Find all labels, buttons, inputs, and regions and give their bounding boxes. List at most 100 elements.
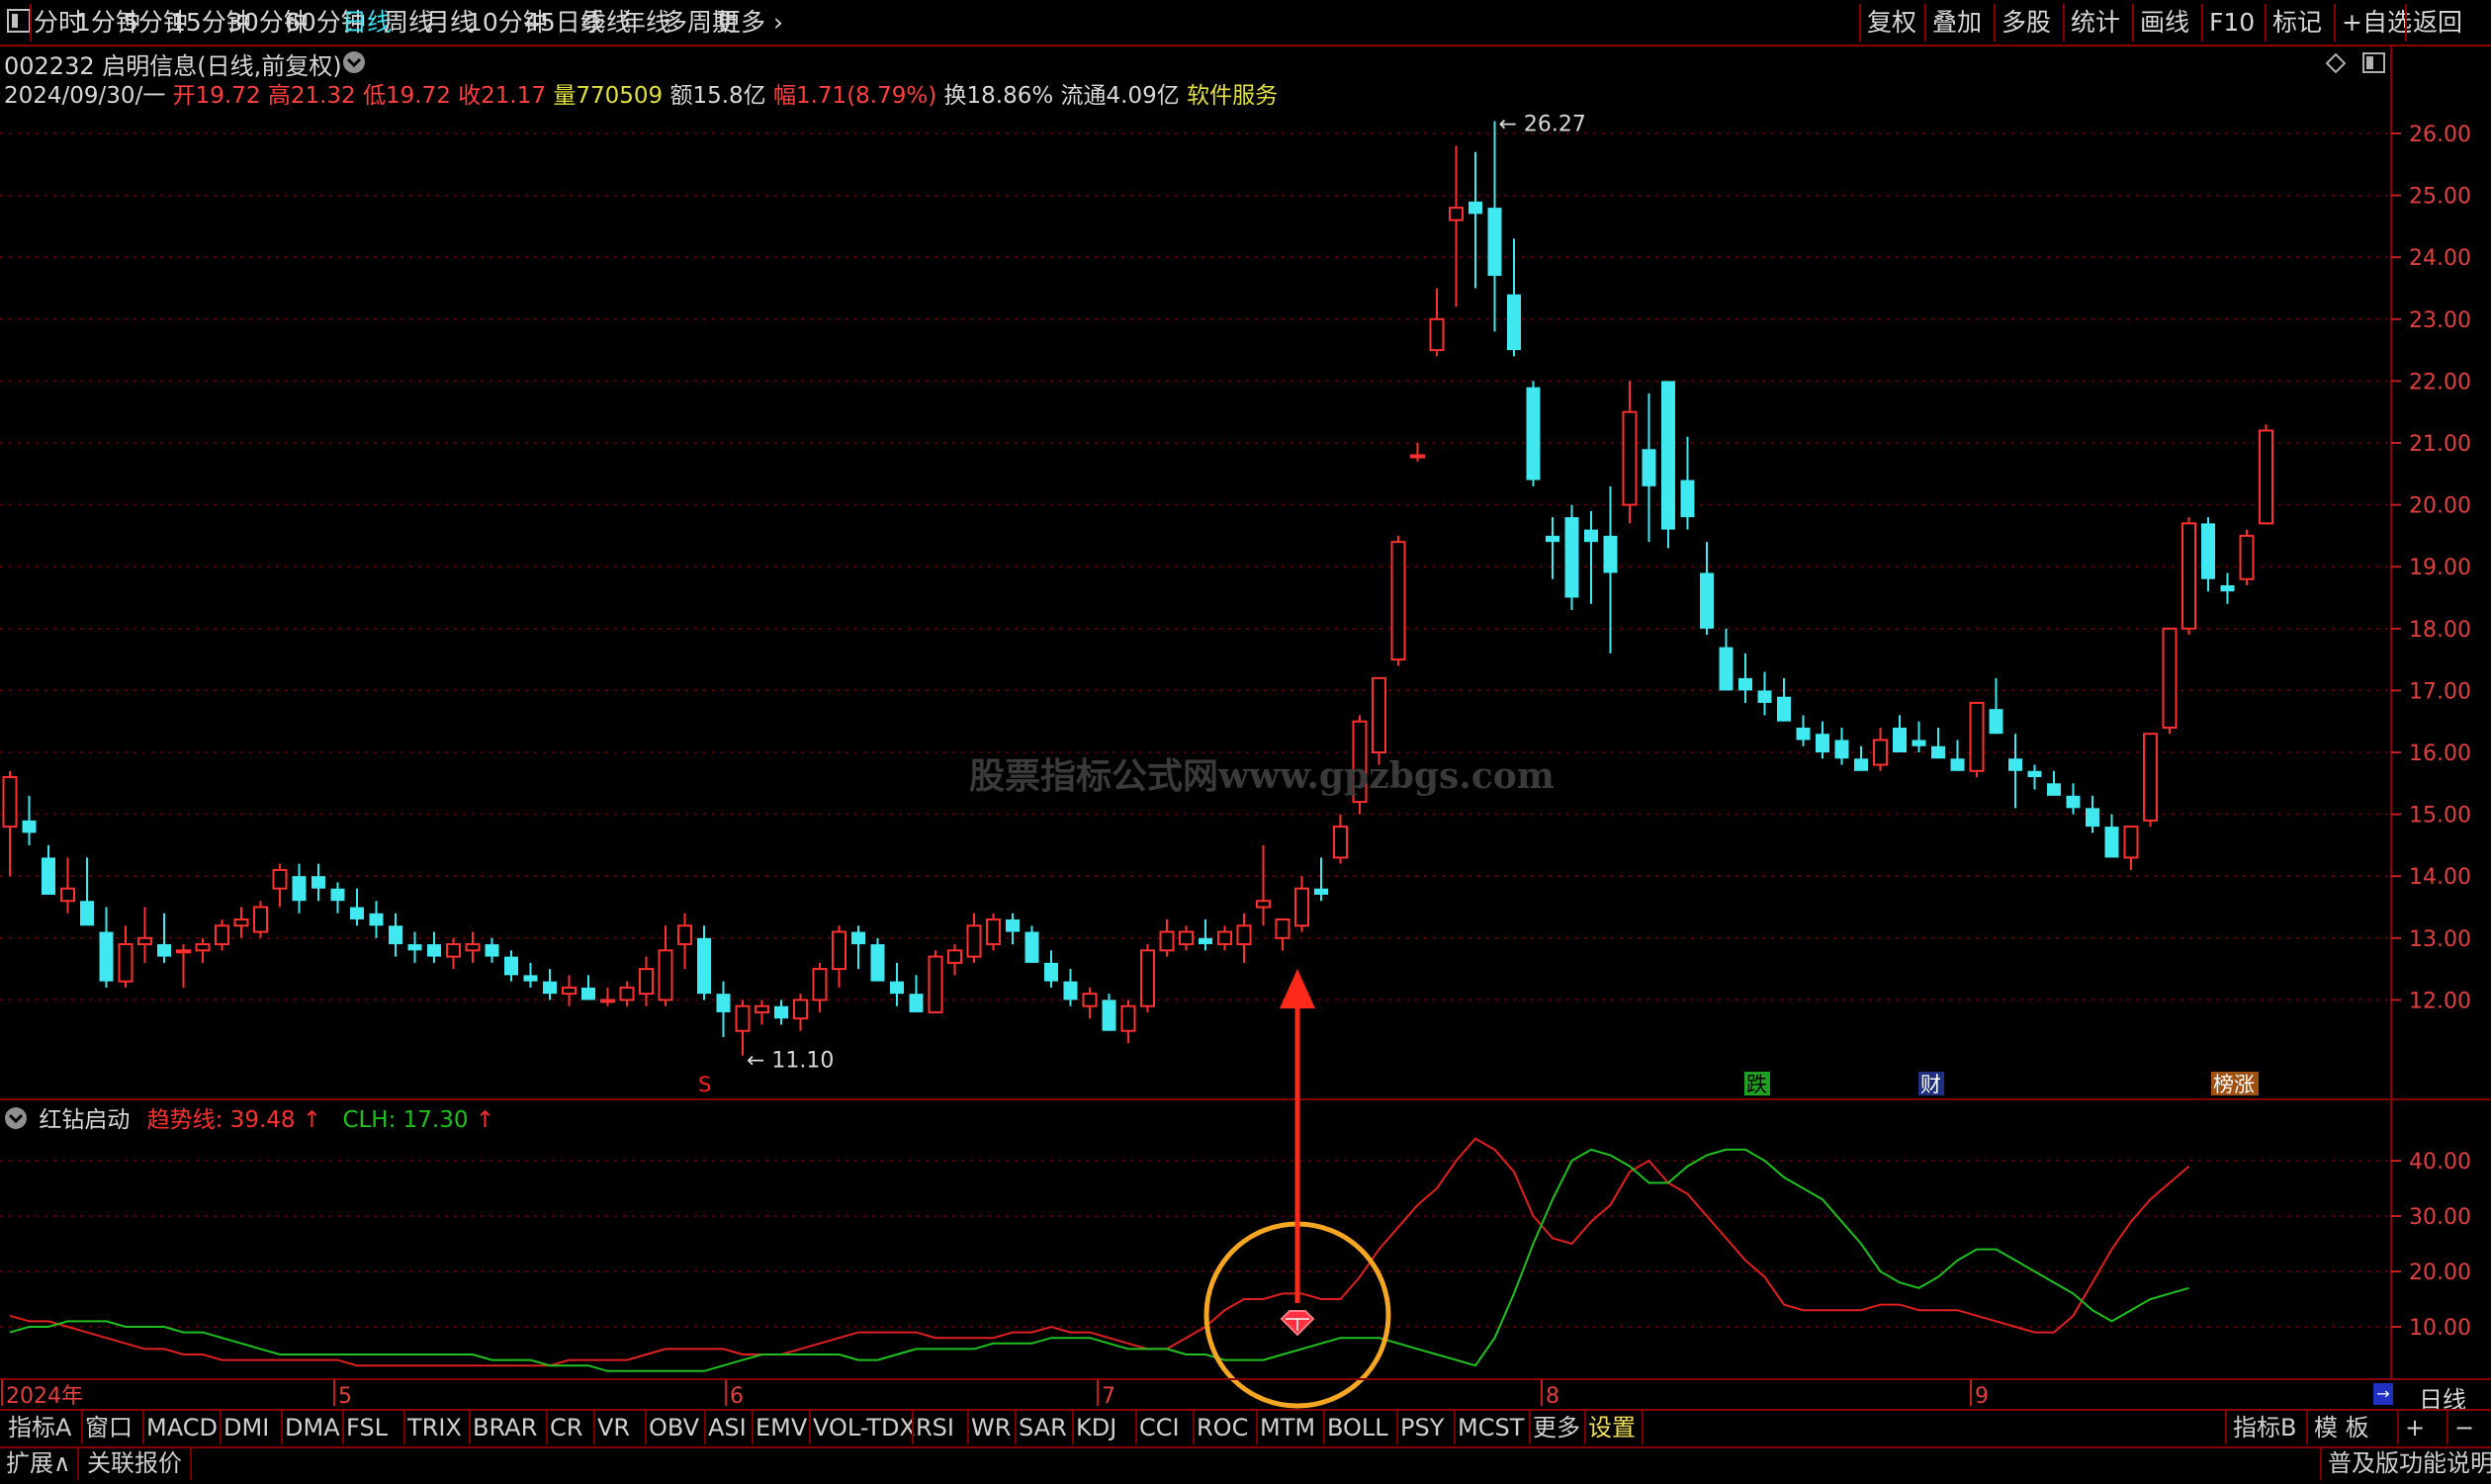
rise-marker[interactable]: 榜涨 [2211, 1072, 2259, 1096]
candle[interactable] [1294, 876, 1309, 932]
candle[interactable] [562, 975, 577, 1006]
bottom-right-btn-2[interactable]: + [2405, 1411, 2425, 1444]
candle[interactable] [1217, 925, 1232, 951]
candle[interactable] [639, 956, 654, 1006]
candle[interactable] [80, 857, 94, 926]
candle[interactable] [2181, 517, 2196, 636]
candle[interactable] [1564, 504, 1579, 611]
candle[interactable] [350, 888, 364, 926]
candle[interactable] [928, 950, 943, 1013]
candle[interactable] [832, 925, 846, 988]
candle[interactable] [1044, 950, 1058, 988]
indicator-tab-9[interactable]: VR [597, 1411, 630, 1444]
indicator-menu-icon[interactable] [4, 1106, 28, 1136]
candle[interactable] [2, 770, 18, 877]
candle[interactable] [966, 913, 982, 963]
candle[interactable] [157, 913, 171, 963]
candle[interactable] [1777, 677, 1791, 722]
candle[interactable] [272, 863, 288, 908]
candle[interactable] [1063, 969, 1078, 1006]
candle[interactable] [1796, 715, 1811, 746]
candle[interactable] [909, 975, 924, 1012]
candle[interactable] [465, 931, 481, 963]
indicator-tab-0[interactable]: 指标A [8, 1411, 71, 1444]
fall-marker[interactable]: 跌 [1744, 1072, 1770, 1096]
candle[interactable] [2162, 627, 2178, 735]
candle[interactable] [389, 913, 402, 957]
candle[interactable] [427, 931, 441, 963]
candle[interactable] [292, 863, 307, 914]
indicator-tab-2[interactable]: MACD [146, 1411, 218, 1444]
indicator-tab-1[interactable]: 窗口 [85, 1411, 133, 1444]
candle[interactable] [176, 944, 191, 988]
candle[interactable] [2220, 572, 2235, 604]
candle[interactable] [195, 937, 211, 963]
indicator-tab-4[interactable]: DMA [285, 1411, 340, 1444]
candle[interactable] [2259, 424, 2273, 525]
candle[interactable] [755, 1000, 769, 1025]
candle[interactable] [1429, 288, 1445, 357]
candle[interactable] [1950, 740, 1965, 771]
candle[interactable] [2143, 733, 2158, 828]
candle[interactable] [485, 937, 499, 963]
candle[interactable] [1989, 677, 2003, 735]
bottom-right-btn-0[interactable]: 指标B [2233, 1411, 2296, 1444]
candle[interactable] [1622, 381, 1638, 524]
candle[interactable] [1661, 381, 1675, 549]
indicator-tab-8[interactable]: CR [550, 1411, 582, 1444]
indicator-tab-12[interactable]: EMV [756, 1411, 807, 1444]
bottom-right-btn-1[interactable]: 模 板 [2314, 1411, 2369, 1444]
candle[interactable] [716, 981, 731, 1037]
candle[interactable] [1159, 919, 1175, 957]
candle[interactable] [1603, 485, 1618, 654]
candle[interactable] [1931, 727, 1945, 759]
candle[interactable] [215, 919, 229, 951]
candle[interactable] [407, 931, 422, 963]
candle[interactable] [1256, 844, 1271, 926]
candle[interactable] [1487, 121, 1502, 332]
indicator-tab-25[interactable]: 设置 [1588, 1411, 1636, 1444]
indicator-tab-24[interactable]: 更多 [1533, 1411, 1580, 1444]
candle[interactable] [504, 950, 518, 982]
candle[interactable] [543, 969, 557, 1001]
candle[interactable] [446, 937, 461, 970]
chart-canvas[interactable]: 26.00 25.00 24.00 23.00 22.00 21.00 20.00 19.00… [0, 0, 2491, 1484]
candle[interactable] [947, 944, 962, 976]
candle[interactable] [600, 987, 615, 1006]
candle[interactable] [311, 863, 325, 902]
candle[interactable] [2201, 517, 2215, 592]
indicator-tab-14[interactable]: RSI [916, 1411, 954, 1444]
candle[interactable] [523, 962, 538, 988]
candle[interactable] [1024, 925, 1039, 963]
candle[interactable] [330, 882, 345, 914]
candle[interactable] [581, 975, 595, 1001]
candle[interactable] [1006, 913, 1020, 945]
candle[interactable] [99, 907, 114, 988]
indicator-tab-19[interactable]: ROC [1197, 1411, 1248, 1444]
candle[interactable] [2086, 795, 2099, 833]
indicator-tab-22[interactable]: PSY [1400, 1411, 1444, 1444]
candle[interactable] [735, 1000, 751, 1056]
candle[interactable] [1738, 653, 1752, 703]
indicator-tab-17[interactable]: KDJ [1076, 1411, 1116, 1444]
indicator-tab-15[interactable]: WR [971, 1411, 1011, 1444]
indicator-tab-11[interactable]: ASI [708, 1411, 747, 1444]
candle[interactable] [1410, 443, 1425, 462]
candle[interactable] [1449, 145, 1464, 307]
candle[interactable] [697, 925, 711, 1001]
candle[interactable] [1893, 715, 1907, 752]
help-link[interactable]: 普及版功能说明 [2328, 1446, 2491, 1480]
candle[interactable] [677, 913, 692, 970]
candle[interactable] [1834, 727, 1849, 765]
candle[interactable] [2239, 529, 2255, 585]
candle[interactable] [1390, 535, 1406, 666]
candle[interactable] [1680, 436, 1695, 530]
candle[interactable] [42, 844, 55, 895]
indicator-tab-16[interactable]: SAR [1019, 1411, 1067, 1444]
candle[interactable] [1120, 1000, 1136, 1044]
indicator-tab-21[interactable]: BOLL [1327, 1411, 1388, 1444]
indicator-tab-10[interactable]: OBV [649, 1411, 699, 1444]
candle[interactable] [870, 937, 885, 982]
candle[interactable] [2008, 734, 2022, 809]
candle[interactable] [253, 901, 268, 938]
